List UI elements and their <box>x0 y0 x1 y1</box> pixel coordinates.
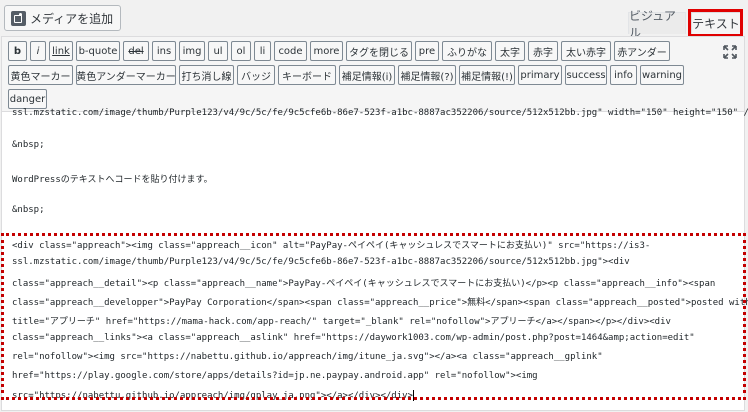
qt-strikethrough-button[interactable]: 打ち消し線 <box>179 65 234 85</box>
add-media-label: メディアを追加 <box>30 11 114 26</box>
qt-keyboard-button[interactable]: キーボード <box>278 65 336 85</box>
qt-pre-button[interactable]: pre <box>415 41 439 61</box>
qt-code-button[interactable]: code <box>274 41 307 61</box>
qt-ul-button[interactable]: ul <box>208 41 228 61</box>
editor-code-line: class="appreach__developper">PayPay Corp… <box>12 298 748 308</box>
qt-close-tags-button[interactable]: タグを閉じる <box>346 41 412 61</box>
media-add-icon <box>11 10 26 26</box>
quicktags-toolbar: b i link b-quote del ins img ul ol li co… <box>1 36 745 112</box>
qt-del-button[interactable]: del <box>123 41 149 61</box>
qt-ins-button[interactable]: ins <box>152 41 176 61</box>
editor-code-line: <div class="appreach"><img class="apprea… <box>12 241 651 251</box>
qt-badge-button[interactable]: バッジ <box>237 65 275 85</box>
editor-text-line: WordPressのテキストへコードを貼り付けます。 <box>12 175 213 185</box>
editor-code-line-last: src="https://nabettu.github.io/appreach/… <box>12 390 414 401</box>
qt-red-text-button[interactable]: 赤字 <box>528 41 558 61</box>
qt-italic-button[interactable]: i <box>30 41 46 61</box>
qt-warning-button[interactable]: warning <box>640 65 684 85</box>
qt-success-button[interactable]: success <box>565 65 607 85</box>
editor-code-line: href="https://play.google.com/store/apps… <box>12 371 538 381</box>
text-editor-area[interactable]: ssl.mzstatic.com/image/thumb/Purple123/v… <box>1 108 748 411</box>
editor-code-line: title="アプリーチ" href="https://mama-hack.co… <box>12 317 671 327</box>
qt-img-button[interactable]: img <box>179 41 205 61</box>
editor-nbsp-line: &nbsp; <box>12 140 45 150</box>
qt-yellow-marker-button[interactable]: 黄色マーカー <box>8 65 73 85</box>
qt-primary-button[interactable]: primary <box>518 65 562 85</box>
qt-yellow-under-marker-button[interactable]: 黄色アンダーマーカー <box>76 65 176 85</box>
fullscreen-icon[interactable] <box>723 45 737 59</box>
qt-red-underline-button[interactable]: 赤アンダー <box>614 41 670 61</box>
tab-text[interactable]: テキスト <box>691 12 741 34</box>
tab-visual[interactable]: ビジュアル <box>628 9 686 40</box>
qt-info-i-button[interactable]: 補足情報(i) <box>339 65 395 85</box>
qt-bold-jp-button[interactable]: 太字 <box>495 41 525 61</box>
qt-info-excl-button[interactable]: 補足情報(!) <box>459 65 515 85</box>
editor-code-text: src="https://nabettu.github.io/appreach/… <box>12 391 413 401</box>
qt-bquote-button[interactable]: b-quote <box>76 41 120 61</box>
qt-li-button[interactable]: li <box>254 41 271 61</box>
editor-nbsp-line: &nbsp; <box>12 205 45 215</box>
qt-info-q-button[interactable]: 補足情報(?) <box>398 65 456 85</box>
qt-danger-button[interactable]: danger <box>8 89 47 109</box>
text-cursor <box>412 390 414 401</box>
qt-info-button[interactable]: info <box>610 65 637 85</box>
qt-bold-button[interactable]: b <box>8 41 27 61</box>
editor-partial-line: ssl.mzstatic.com/image/thumb/Purple123/v… <box>12 108 748 118</box>
qt-link-button[interactable]: link <box>49 41 73 61</box>
editor-code-line: ssl.mzstatic.com/image/thumb/Purple123/v… <box>12 257 630 267</box>
qt-more-button[interactable]: more <box>310 41 343 61</box>
editor-code-line: rel="nofollow"><img src="https://nabettu… <box>12 352 603 362</box>
qt-bold-red-button[interactable]: 太い赤字 <box>561 41 611 61</box>
add-media-button[interactable]: メディアを追加 <box>4 5 122 31</box>
editor-code-line: class="appreach__links"><a class="apprea… <box>12 333 695 343</box>
qt-ol-button[interactable]: ol <box>231 41 251 61</box>
qt-furigana-button[interactable]: ふりがな <box>442 41 492 61</box>
editor-code-line: class="appreach__detail"><p class="appre… <box>12 279 716 289</box>
